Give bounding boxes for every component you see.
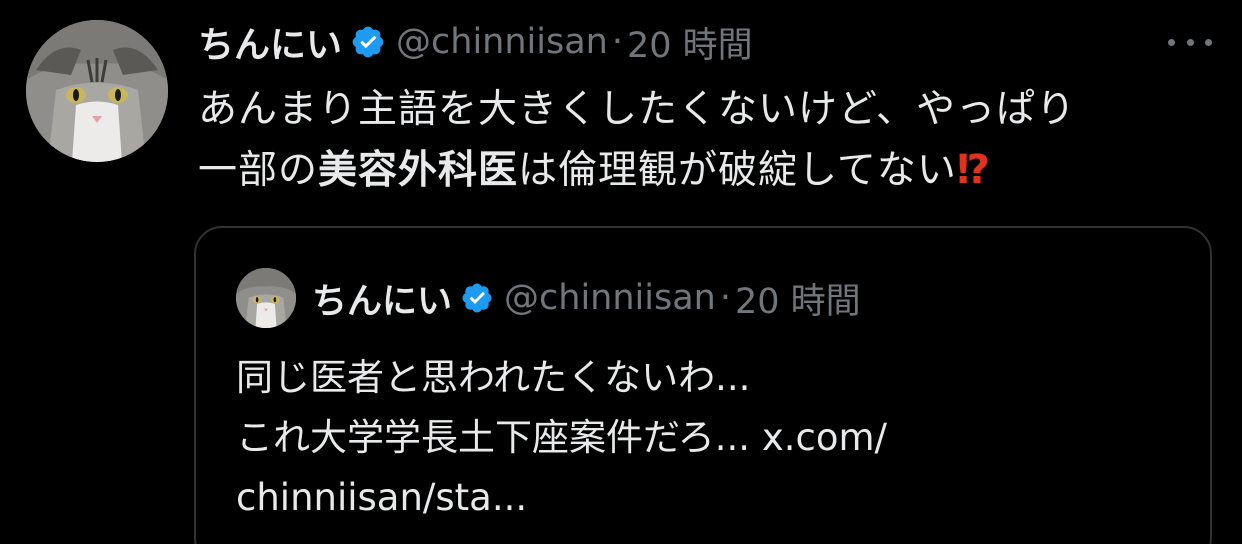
tweet-text-line: あんまり主語を大きくしたくないけど、やっぱり (198, 87, 1077, 132)
verified-badge-icon (350, 24, 386, 60)
tweet-header: ちんにい @chinniisan · 20 時間 (198, 14, 753, 70)
quoted-author-handle[interactable]: @chinniisan (504, 278, 716, 318)
more-horizontal-icon[interactable] (1168, 30, 1212, 54)
tweet-text: あんまり主語を大きくしたくないけど、やっぱり 一部の美容外科医は倫理観が破綻して… (198, 80, 1208, 201)
quoted-author-display-name[interactable]: ちんにい (312, 273, 452, 324)
quoted-text-line: 同じ医者と思われたくないわ... (236, 356, 751, 399)
quoted-avatar[interactable] (236, 268, 296, 328)
more-dot (1168, 38, 1175, 46)
quoted-text-line[interactable]: chinniisan/sta... (236, 468, 1176, 528)
tweet-text-segment: 一部の (198, 148, 319, 193)
tweet-text-line: 一部の美容外科医は倫理観が破綻してない⁉ (198, 140, 1208, 201)
tweet-text-segment: は倫理観が破綻してない (518, 148, 957, 193)
quoted-tweet-header: ちんにい @chinniisan · 20 時間 (236, 268, 861, 328)
tweet[interactable]: ちんにい @chinniisan · 20 時間 あんまり主語を大きくしたくない… (0, 0, 1242, 544)
quoted-tweet[interactable]: ちんにい @chinniisan · 20 時間 同じ医者と思われたくないわ..… (194, 226, 1212, 544)
quoted-text-line[interactable]: これ大学学長土下座案件だろ... x.com/ (236, 408, 1176, 468)
more-dot (1186, 38, 1194, 46)
verified-badge-icon (460, 281, 494, 315)
tweet-text-bold: 美容外科医 (318, 148, 519, 193)
separator-dot: · (611, 22, 623, 62)
quoted-timestamp[interactable]: 20 時間 (735, 273, 861, 324)
cat-avatar-image (26, 20, 168, 162)
exclamation-question-emoji: ⁉ (956, 147, 990, 193)
author-handle[interactable]: @chinniisan (396, 22, 608, 62)
quoted-tweet-text: 同じ医者と思われたくないわ... これ大学学長土下座案件だろ... x.com/… (236, 348, 1176, 528)
cat-avatar-image (236, 268, 296, 328)
more-dot (1205, 38, 1212, 46)
avatar[interactable] (26, 20, 168, 162)
separator-dot: · (719, 278, 731, 318)
timestamp[interactable]: 20 時間 (627, 17, 753, 68)
author-display-name[interactable]: ちんにい (198, 16, 342, 68)
